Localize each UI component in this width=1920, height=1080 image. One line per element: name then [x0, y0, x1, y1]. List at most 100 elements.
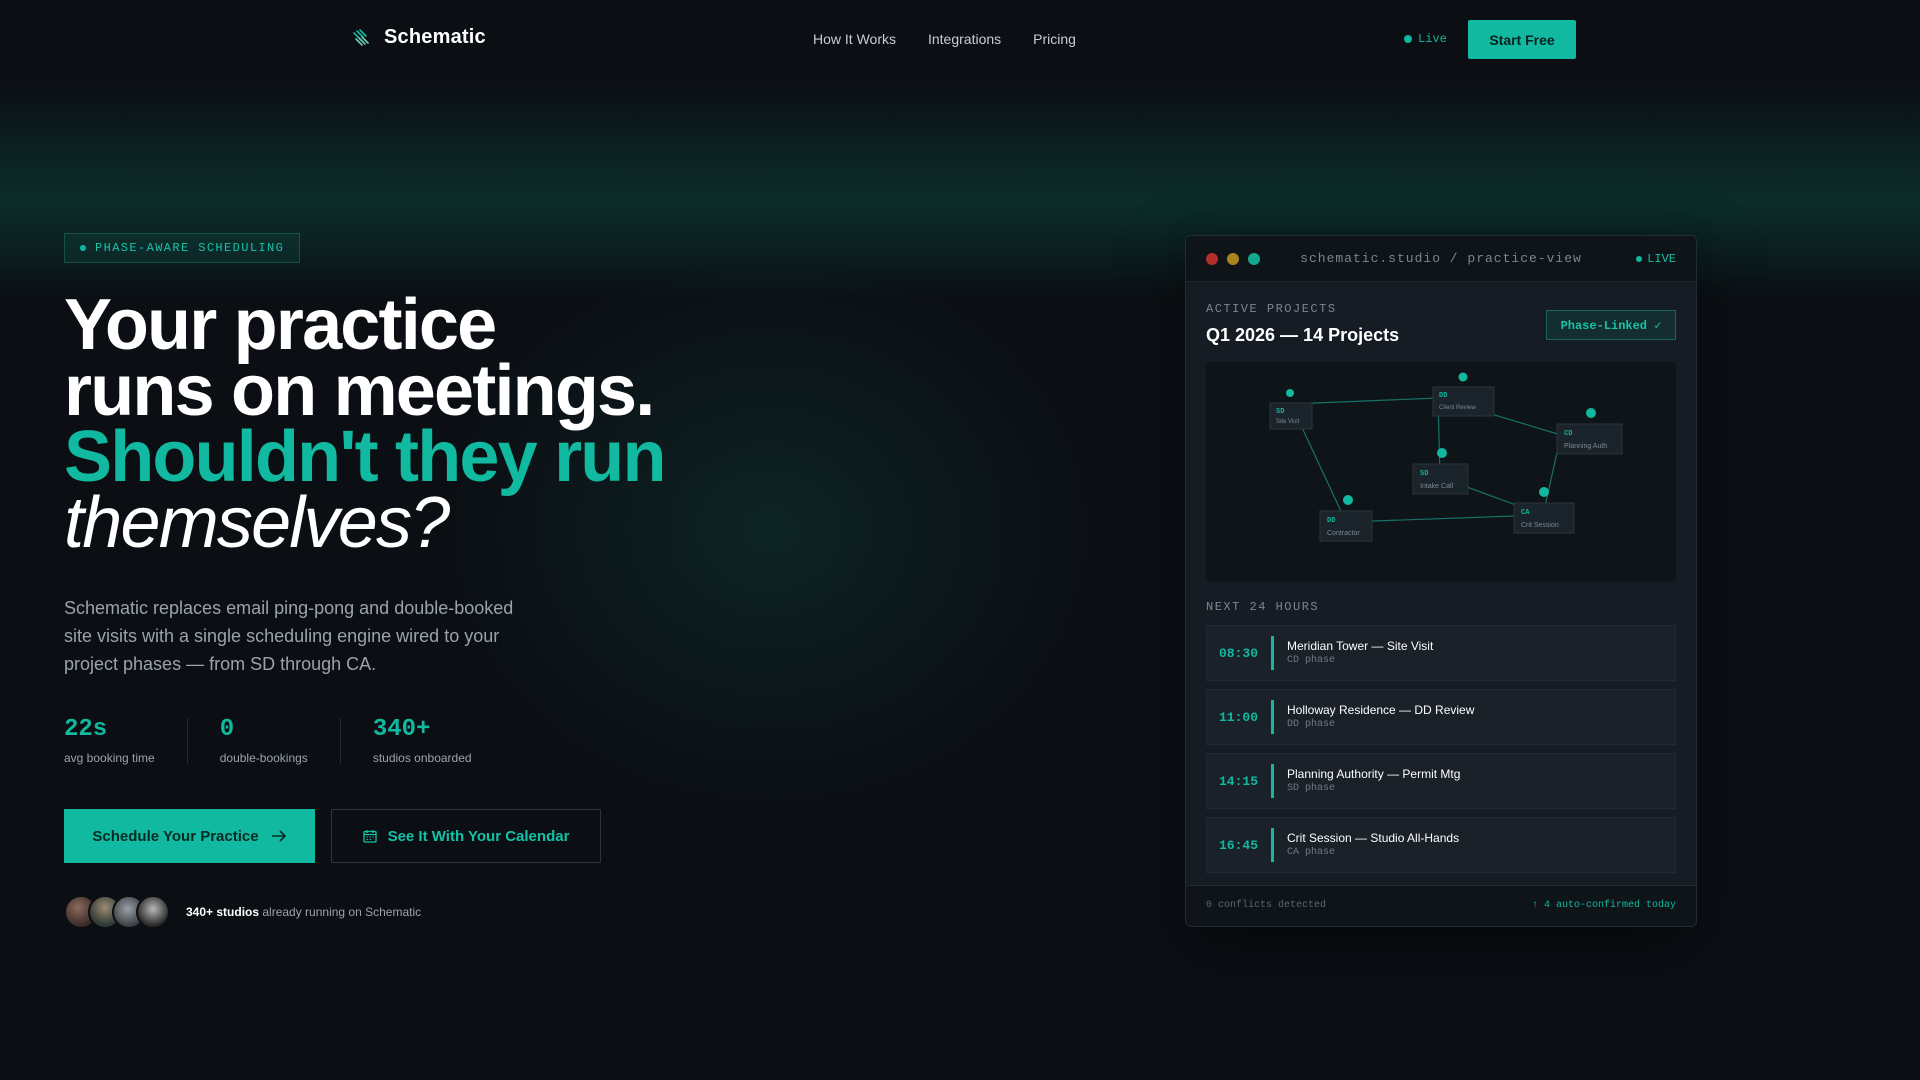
start-free-button[interactable]: Start Free — [1468, 20, 1576, 59]
nav-link-integrations[interactable]: Integrations — [928, 31, 1001, 47]
graph-node-contractor: DD Contractor — [1319, 495, 1373, 542]
avatar — [136, 895, 170, 929]
nav-link-how-it-works[interactable]: How It Works — [813, 31, 896, 47]
headline-line-1: Your practice — [64, 285, 497, 365]
node-dot-icon — [1437, 448, 1447, 458]
meeting-phase: CA phase — [1287, 847, 1336, 858]
node-name: Intake Call — [1420, 483, 1454, 490]
see-with-calendar-button[interactable]: See It With Your Calendar — [331, 809, 601, 863]
node-code: CA — [1521, 509, 1530, 517]
live-dot-icon — [1636, 256, 1643, 262]
arrow-right-icon — [271, 830, 286, 842]
node-code: SD — [1420, 470, 1428, 478]
graph-node-intake-call: SD Intake Call — [1412, 448, 1469, 495]
node-dot-icon — [1343, 495, 1353, 505]
schematic-logo-icon — [353, 28, 369, 46]
node-name: Crit Session — [1521, 522, 1559, 529]
node-name: Planning Auth — [1564, 443, 1607, 450]
headline-accent: Shouldn't they run — [64, 417, 666, 497]
meeting-phase: CD phase — [1287, 655, 1336, 666]
meeting-phase-bar — [1271, 700, 1274, 734]
badge-dot-icon — [80, 245, 86, 251]
meeting-title: Planning Authority — Permit Mtg — [1287, 767, 1461, 781]
node-code: CD — [1564, 430, 1572, 438]
schedule-practice-label: Schedule Your Practice — [92, 827, 259, 845]
node-dot-icon — [1539, 487, 1549, 497]
panel-live-label: LIVE — [1647, 252, 1676, 266]
top-navigation: Schematic How It Works Integrations Pric… — [0, 0, 1920, 80]
avatar-stack — [64, 895, 170, 929]
conflicts-status: 0 conflicts detected — [1206, 900, 1327, 911]
graph-node-planning-auth: CD Planning Auth — [1556, 408, 1623, 455]
hero-stats: 22s avg booking time 0 double-bookings 3… — [64, 716, 536, 766]
meeting-time: 08:30 — [1219, 646, 1259, 661]
schedule-practice-button[interactable]: Schedule Your Practice — [64, 809, 315, 863]
brand-name: Schematic — [384, 26, 486, 48]
meeting-time: 11:00 — [1219, 710, 1259, 725]
graph-edge — [1345, 514, 1544, 523]
calendar-icon — [362, 830, 377, 843]
stat-double-bookings: 0 double-bookings — [219, 716, 341, 765]
social-proof-rest: already running on Schematic — [259, 905, 422, 919]
node-dot-icon — [1286, 389, 1294, 397]
meeting-phase-bar — [1271, 828, 1274, 862]
live-dot-icon — [1404, 35, 1412, 43]
nav-link-pricing[interactable]: Pricing — [1033, 31, 1076, 47]
meeting-phase: SD phase — [1287, 783, 1336, 794]
meeting-item[interactable]: 14:15 Planning Authority — Permit Mtg SD… — [1206, 753, 1676, 809]
node-code: DD — [1439, 392, 1447, 400]
panel-url: schematic.studio / practice-view — [1300, 251, 1582, 266]
active-projects-label: ACTIVE PROJECTS — [1206, 302, 1337, 316]
social-proof-count: 340+ studios — [186, 905, 260, 919]
stat-label: double-bookings — [219, 751, 308, 765]
meeting-time: 16:45 — [1219, 838, 1259, 853]
projects-title: Q1 2026 — 14 Projects — [1206, 325, 1400, 345]
stat-studios: 340+ studios onboarded — [372, 716, 504, 766]
stat-value: 22s — [64, 716, 108, 743]
stat-booking-time: 22s avg booking time — [64, 716, 188, 765]
headline-italic: themselves? — [64, 483, 450, 563]
meeting-item[interactable]: 08:30 Meridian Tower — Site Visit CD pha… — [1206, 625, 1676, 681]
practice-view-panel: schematic.studio / practice-view LIVE AC… — [1185, 235, 1697, 927]
stat-label: studios onboarded — [372, 751, 472, 765]
meeting-phase-bar — [1271, 764, 1274, 798]
meeting-phase-bar — [1271, 636, 1274, 670]
see-with-calendar-label: See It With Your Calendar — [387, 827, 570, 845]
node-name: Contractor — [1327, 530, 1360, 537]
meeting-time: 14:15 — [1219, 774, 1259, 789]
nav-links: How It Works Integrations Pricing — [813, 31, 1076, 47]
node-name: Site Visit — [1276, 419, 1300, 425]
panel-footer: 0 conflicts detected ↑ 4 auto-confirmed … — [1186, 885, 1696, 926]
social-proof-text: 340+ studios already running on Schemati… — [186, 905, 421, 919]
meeting-item[interactable]: 16:45 Crit Session — Studio All-Hands CA… — [1206, 817, 1676, 873]
brand-logo[interactable]: Schematic — [350, 26, 486, 49]
meeting-title: Meridian Tower — Site Visit — [1287, 639, 1434, 653]
hero-subtitle: Schematic replaces email ping-pong and d… — [64, 598, 514, 674]
stat-value: 0 — [219, 716, 235, 743]
hero-headline: Your practice runs on meetings. Shouldn'… — [64, 285, 666, 563]
node-code: DD — [1327, 517, 1335, 525]
meeting-item[interactable]: 11:00 Holloway Residence — DD Review DD … — [1206, 689, 1676, 745]
panel-window-bar: schematic.studio / practice-view LIVE — [1186, 236, 1696, 282]
node-dot-icon — [1586, 408, 1596, 418]
project-graph: SD Site Visit DD Client Review CD Planni… — [1206, 362, 1676, 581]
live-indicator: Live — [1404, 32, 1447, 46]
stat-value: 340+ — [372, 716, 431, 743]
node-dot-icon — [1458, 372, 1468, 382]
graph-node-crit-session: CA Crit Session — [1513, 487, 1575, 534]
node-name: Client Review — [1439, 405, 1476, 411]
meeting-phase: DD phase — [1287, 719, 1336, 730]
badge-label: PHASE-AWARE SCHEDULING — [95, 241, 285, 255]
meeting-title: Holloway Residence — DD Review — [1287, 703, 1475, 717]
next-24-hours-label: NEXT 24 HOURS — [1206, 600, 1320, 614]
headline-line-2: runs on meetings. — [64, 351, 655, 431]
stat-label: avg booking time — [64, 751, 155, 765]
graph-node-site-visit: SD Site Visit — [1269, 389, 1313, 430]
panel-live-indicator: LIVE — [1636, 252, 1676, 266]
meeting-list: 08:30 Meridian Tower — Site Visit CD pha… — [1206, 625, 1676, 881]
meeting-title: Crit Session — Studio All-Hands — [1287, 831, 1460, 845]
graph-node-client-review: DD Client Review — [1432, 372, 1495, 417]
social-proof: 340+ studios already running on Schemati… — [64, 895, 421, 929]
graph-edge — [1290, 397, 1439, 405]
auto-confirmed-status: ↑ 4 auto-confirmed today — [1531, 900, 1676, 911]
